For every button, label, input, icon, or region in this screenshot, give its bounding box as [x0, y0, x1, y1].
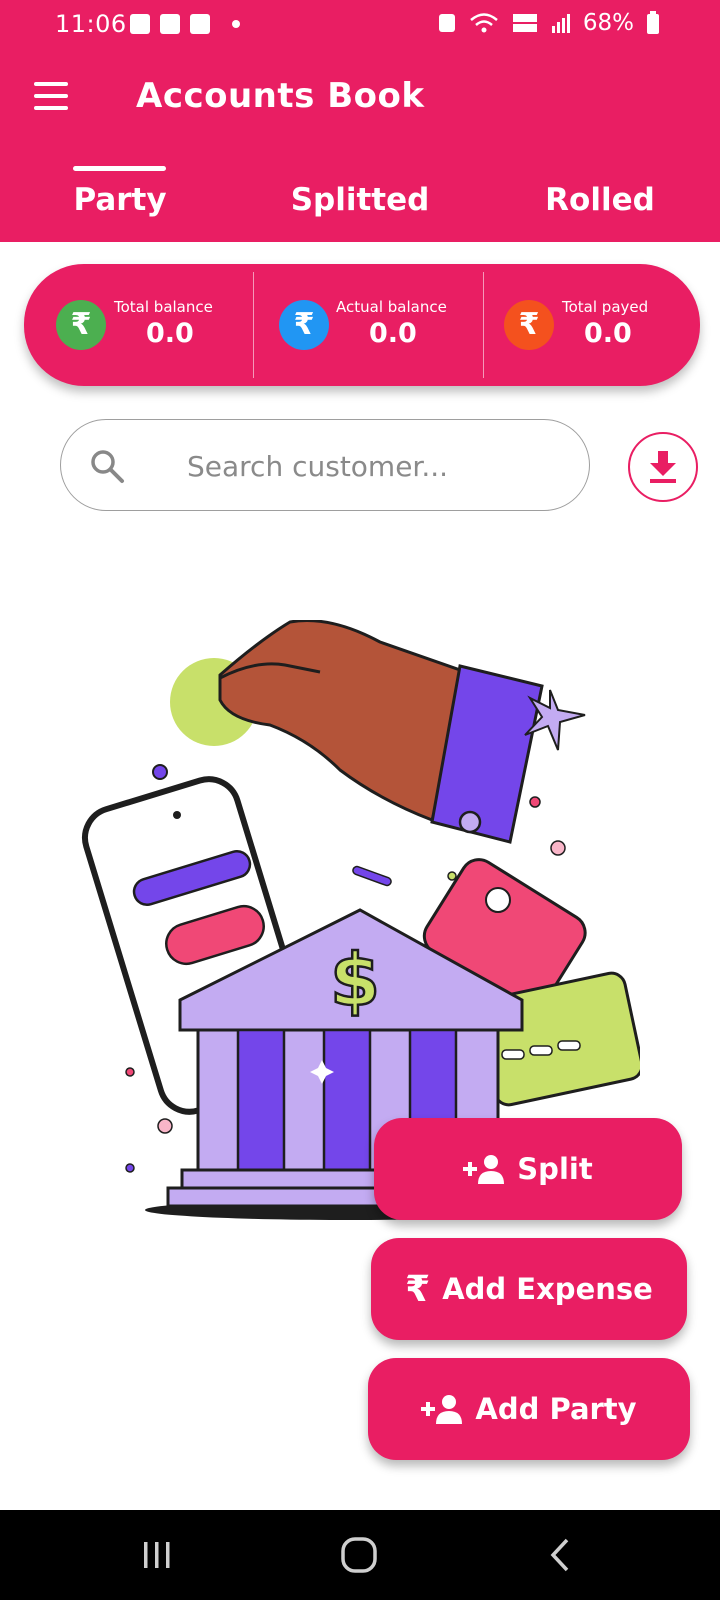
rupee-icon: ₹	[56, 300, 106, 350]
home-icon[interactable]	[335, 1532, 385, 1578]
add-person-icon	[421, 1395, 463, 1424]
wifi-icon	[470, 13, 498, 33]
summary-total-payed: ₹ Total payed 0.0	[484, 264, 700, 386]
battery-icon	[647, 11, 659, 34]
add-party-button[interactable]: Add Party	[368, 1358, 690, 1460]
search-bar	[60, 419, 590, 511]
download-icon	[650, 451, 676, 483]
download-button[interactable]	[628, 432, 698, 502]
svg-text:$: $	[330, 938, 380, 1022]
status-notification-icons	[130, 14, 240, 34]
summary-total-balance: ₹ Total balance 0.0	[24, 264, 252, 386]
rupee-icon: ₹	[405, 1268, 431, 1310]
gallery-icon	[130, 14, 150, 34]
add-party-label: Add Party	[475, 1392, 637, 1426]
search-icon	[91, 450, 124, 483]
add-person-icon	[463, 1155, 505, 1184]
media-icon	[190, 14, 210, 34]
recent-apps-icon[interactable]	[132, 1532, 182, 1578]
signal-icon	[551, 14, 570, 33]
tab-bar: Party Splitted Rolled	[0, 172, 720, 242]
battery-percentage: 68%	[582, 10, 634, 36]
summary-label: Total payed	[562, 298, 649, 316]
summary-label: Actual balance	[336, 298, 447, 316]
status-system-icons: 68%	[437, 10, 660, 36]
system-navigation-bar	[0, 1510, 720, 1600]
sync-icon	[438, 14, 455, 32]
linkedin-icon	[160, 14, 180, 34]
tab-party[interactable]: Party	[0, 172, 240, 242]
split-button[interactable]: Split	[374, 1118, 682, 1220]
app-bar: Accounts Book Party Splitted Rolled	[0, 52, 720, 242]
notification-dot-icon	[232, 20, 240, 28]
status-bar: 11:06 68%	[0, 0, 720, 52]
summary-actual-balance: ₹ Actual balance 0.0	[254, 264, 482, 386]
rupee-icon: ₹	[504, 300, 554, 350]
status-time: 11:06	[55, 10, 127, 38]
summary-value: 0.0	[584, 318, 632, 349]
add-expense-label: Add Expense	[442, 1272, 653, 1306]
summary-label: Total balance	[114, 298, 213, 316]
tab-rolled[interactable]: Rolled	[480, 172, 720, 242]
balance-summary-card: ₹ Total balance 0.0 ₹ Actual balance 0.0…	[24, 264, 700, 386]
summary-value: 0.0	[369, 318, 417, 349]
hamburger-menu-icon[interactable]	[34, 82, 74, 118]
tab-indicator	[73, 166, 166, 171]
app-title: Accounts Book	[136, 76, 425, 116]
tab-splitted[interactable]: Splitted	[240, 172, 480, 242]
split-label: Split	[517, 1152, 593, 1186]
rupee-icon: ₹	[279, 300, 329, 350]
volte-icon	[512, 14, 537, 32]
search-input[interactable]	[187, 442, 567, 490]
back-icon[interactable]	[537, 1532, 587, 1578]
add-expense-button[interactable]: ₹ Add Expense	[371, 1238, 687, 1340]
summary-value: 0.0	[146, 318, 194, 349]
